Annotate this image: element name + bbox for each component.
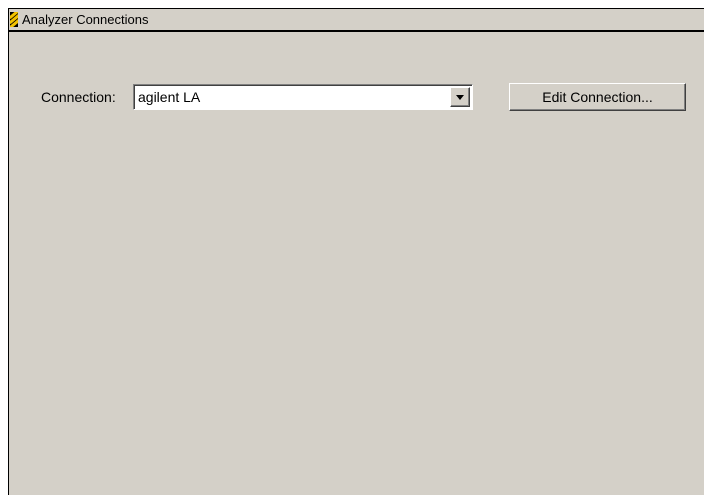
panel-title: Analyzer Connections (22, 12, 149, 27)
edit-connection-button[interactable]: Edit Connection... (509, 83, 686, 111)
connection-label: Connection: (41, 89, 116, 105)
dropdown-button[interactable] (450, 87, 470, 107)
analyzer-logo-icon (10, 12, 18, 27)
chevron-down-icon (456, 95, 464, 100)
connection-dropdown[interactable]: agilent LA (133, 84, 473, 110)
analyzer-connections-panel: Analyzer Connections Connection: agilent… (8, 8, 704, 495)
panel-titlebar: Analyzer Connections (9, 9, 704, 32)
connection-selected-value: agilent LA (138, 89, 201, 105)
